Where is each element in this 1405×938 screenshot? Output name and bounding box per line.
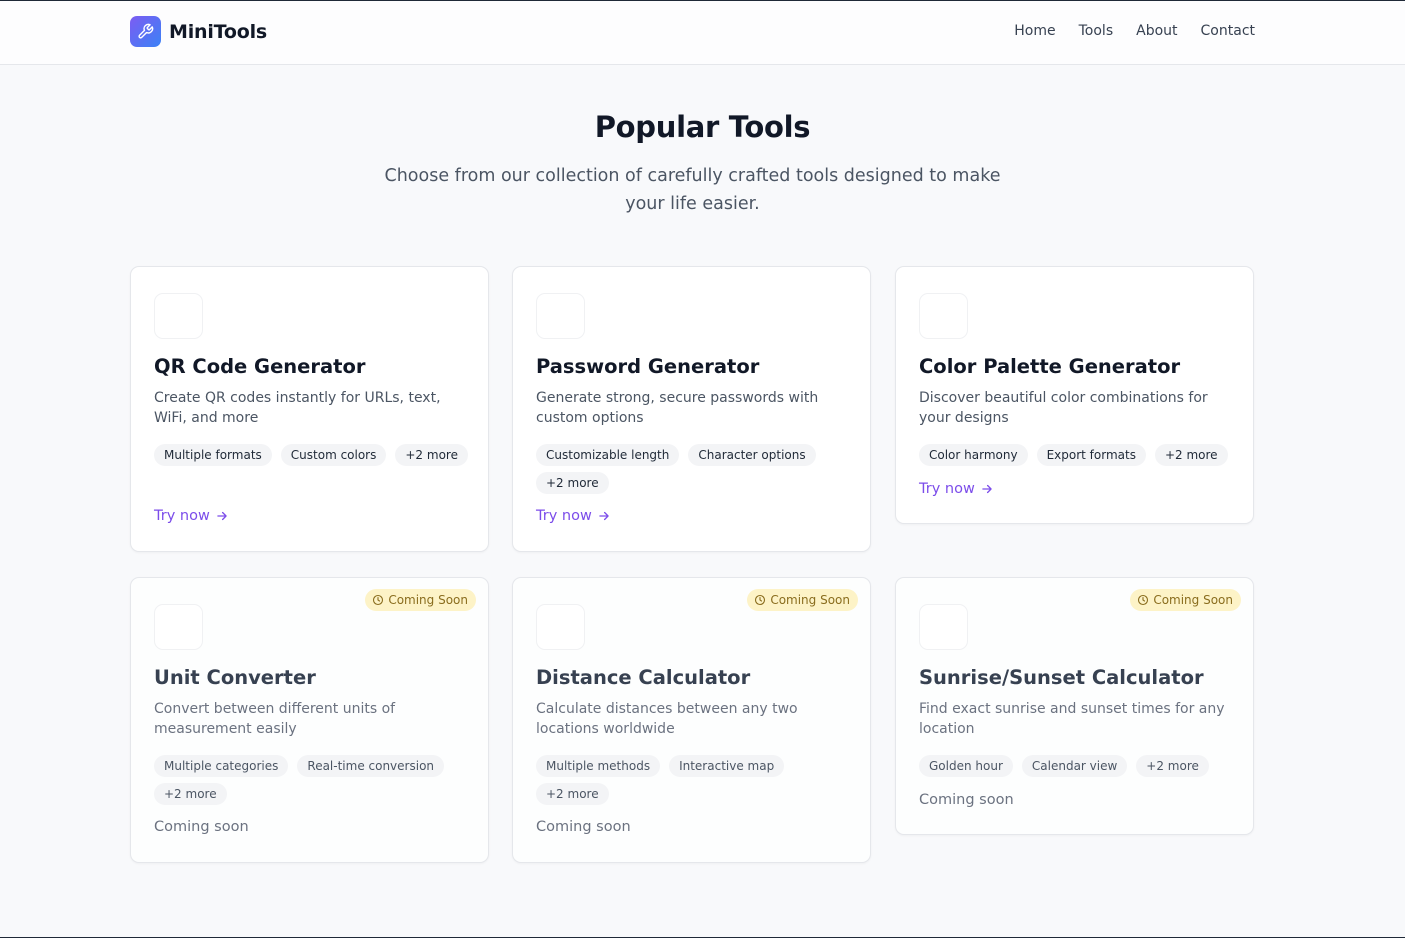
- coming-soon-status: Coming soon: [154, 819, 249, 835]
- tool-tags: Multiple methods Interactive map +2 more: [536, 755, 856, 805]
- tool-title: Distance Calculator: [536, 666, 751, 689]
- tool-tags: Multiple formats Custom colors +2 more: [154, 444, 474, 466]
- navbar: MiniTools Home Tools About Contact: [0, 1, 1405, 65]
- brand[interactable]: MiniTools: [130, 16, 267, 47]
- tool-title: QR Code Generator: [154, 355, 366, 378]
- tool-icon: [154, 604, 203, 650]
- nav-links: Home Tools About Contact: [1014, 23, 1255, 39]
- tool-description: Discover beautiful color combinations fo…: [919, 390, 1208, 426]
- tool-card-distance-calculator[interactable]: Coming Soon Distance Calculator Calculat…: [512, 577, 871, 863]
- tool-title: Password Generator: [536, 355, 760, 378]
- try-now-link[interactable]: Try now: [154, 508, 229, 524]
- coming-soon-status: Coming soon: [919, 792, 1014, 808]
- feature-tag: Real-time conversion: [297, 755, 445, 777]
- feature-tag-more: +2 more: [395, 444, 468, 466]
- tool-card-password[interactable]: Password Generator Generate strong, secu…: [512, 266, 871, 552]
- tool-card-sunrise-sunset[interactable]: Coming Soon Sunrise/Sunset Calculator Fi…: [895, 577, 1254, 835]
- feature-tag: Multiple categories: [154, 755, 289, 777]
- feature-tag: Golden hour: [919, 755, 1013, 777]
- coming-soon-badge: Coming Soon: [1130, 589, 1241, 611]
- clock-icon: [373, 594, 384, 606]
- tool-card-qr-code[interactable]: QR Code Generator Create QR codes instan…: [130, 266, 489, 552]
- tool-icon: [154, 293, 203, 339]
- tool-description: Generate strong, secure passwords with c…: [536, 390, 819, 426]
- try-now-label: Try now: [154, 508, 210, 524]
- feature-tag-more: +2 more: [1136, 755, 1209, 777]
- coming-soon-badge: Coming Soon: [365, 589, 476, 611]
- tool-icon: [919, 293, 968, 339]
- arrow-right-icon: [217, 511, 227, 521]
- feature-tag-more: +2 more: [536, 472, 609, 494]
- tool-card-color-palette[interactable]: Color Palette Generator Discover beautif…: [895, 266, 1254, 524]
- try-now-link[interactable]: Try now: [536, 508, 611, 524]
- feature-tag: Customizable length: [536, 444, 680, 466]
- tool-icon: [919, 604, 968, 650]
- feature-tag: Color harmony: [919, 444, 1028, 466]
- tool-tags: Color harmony Export formats +2 more: [919, 444, 1239, 466]
- tool-icon: [536, 604, 585, 650]
- clock-icon: [755, 594, 766, 606]
- tool-description: Create QR codes instantly for URLs, text…: [154, 390, 441, 426]
- tool-card-unit-converter[interactable]: Coming Soon Unit Converter Convert betwe…: [130, 577, 489, 863]
- tool-title: Color Palette Generator: [919, 355, 1181, 378]
- brand-name: MiniTools: [169, 20, 268, 43]
- feature-tag: Multiple formats: [154, 444, 272, 466]
- arrow-right-icon: [982, 484, 992, 494]
- nav-link-tools[interactable]: Tools: [1079, 23, 1114, 39]
- nav-link-contact[interactable]: Contact: [1201, 23, 1255, 39]
- page-subtitle: Choose from our collection of carefully …: [384, 166, 1001, 214]
- nav-link-home[interactable]: Home: [1014, 23, 1055, 39]
- tool-tags: Customizable length Character options +2…: [536, 444, 856, 494]
- badge-label: Coming Soon: [770, 593, 850, 607]
- feature-tag: Export formats: [1036, 444, 1146, 466]
- badge-label: Coming Soon: [388, 593, 468, 607]
- tool-tags: Multiple categories Real-time conversion…: [154, 755, 474, 805]
- clock-icon: [1138, 594, 1149, 606]
- tool-title: Unit Converter: [154, 666, 316, 689]
- feature-tag: Multiple methods: [536, 755, 661, 777]
- nav-link-about[interactable]: About: [1136, 23, 1177, 39]
- tool-description: Calculate distances between any two loca…: [536, 701, 798, 737]
- tool-description: Convert between different units of measu…: [154, 701, 396, 737]
- tool-title: Sunrise/Sunset Calculator: [919, 666, 1204, 689]
- feature-tag-more: +2 more: [1154, 444, 1228, 466]
- arrow-right-icon: [599, 511, 609, 521]
- page-title: Popular Tools: [594, 110, 811, 144]
- tool-icon: [536, 293, 585, 339]
- feature-tag: Interactive map: [669, 755, 785, 777]
- feature-tag: Custom colors: [280, 444, 387, 466]
- coming-soon-status: Coming soon: [536, 819, 631, 835]
- coming-soon-badge: Coming Soon: [747, 589, 858, 611]
- feature-tag: Character options: [688, 444, 816, 466]
- tool-tags: Golden hour Calendar view +2 more: [919, 755, 1239, 777]
- feature-tag-more: +2 more: [154, 783, 227, 805]
- feature-tag: Calendar view: [1021, 755, 1128, 777]
- feature-tag-more: +2 more: [536, 783, 609, 805]
- try-now-label: Try now: [536, 508, 592, 524]
- try-now-label: Try now: [919, 481, 975, 497]
- wrench-icon: [130, 16, 161, 47]
- badge-label: Coming Soon: [1153, 593, 1233, 607]
- try-now-link[interactable]: Try now: [919, 481, 994, 497]
- tool-description: Find exact sunrise and sunset times for …: [919, 701, 1225, 737]
